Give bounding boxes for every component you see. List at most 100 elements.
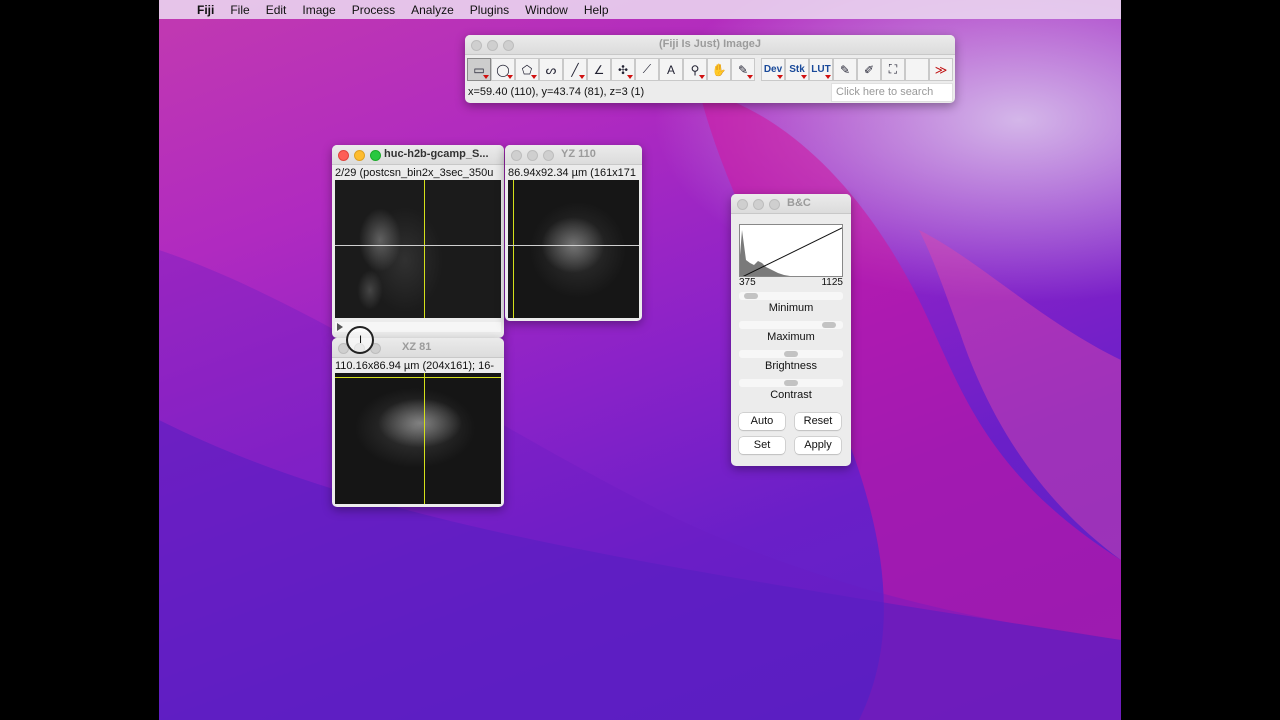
histogram-plot (740, 227, 842, 276)
empty-tool-slot[interactable] (905, 58, 929, 81)
text-tool-icon[interactable]: A (659, 58, 683, 81)
brush-tool-icon[interactable]: ✐ (857, 58, 881, 81)
imagej-toolbar-window: (Fiji Is Just) ImageJ ▭ ◯ ⬠ ᔕ ╱ ∠ ✣ ⟋ A ⚲ ✋ ✎ Dev Stk… (465, 35, 955, 103)
zoom-button[interactable] (543, 150, 554, 161)
menu-analyze[interactable]: Analyze (403, 3, 462, 17)
apply-button[interactable]: Apply (795, 437, 841, 454)
menu-image[interactable]: Image (294, 3, 343, 17)
brush-tool-icon-glyph: ✐ (863, 62, 875, 77)
more-tools-button-glyph: ≫ (934, 62, 948, 77)
menu-app-fiji[interactable]: Fiji (189, 3, 222, 17)
polygon-tool-icon[interactable]: ⬠ (515, 58, 539, 81)
xy-image-canvas[interactable] (335, 180, 501, 318)
crosshair-vertical (424, 373, 425, 504)
crosshair-horizontal (335, 245, 501, 246)
hand-tool-icon[interactable]: ✋ (707, 58, 731, 81)
set-button[interactable]: Set (739, 437, 785, 454)
color-picker-tool-icon[interactable]: ✎ (731, 58, 755, 81)
brightness-slider[interactable] (739, 350, 843, 358)
xz-image-canvas[interactable] (335, 373, 501, 504)
text-cursor-icon: I (359, 334, 363, 346)
bc-title-bar[interactable]: B&C (731, 194, 851, 214)
minimum-slider-knob[interactable] (744, 293, 758, 299)
window-title: XZ 81 (402, 341, 432, 353)
angle-tool-icon[interactable]: ∠ (587, 58, 611, 81)
lut-menu-button-glyph: LUT (811, 64, 831, 75)
status-line: x=59.40 (110), y=43.74 (81), z=3 (1) (468, 86, 645, 98)
dropdown-indicator-icon (777, 75, 783, 79)
crosshair-horizontal (335, 377, 501, 378)
minimum-slider[interactable] (739, 292, 843, 300)
flood-fill-tool-icon[interactable]: ⛶ (881, 58, 905, 81)
desktop-wallpaper (159, 0, 1121, 720)
main-image-title-bar[interactable]: huc-h2b-gcamp_S... (332, 145, 504, 165)
wallpaper-waves (159, 90, 1121, 720)
rectangle-tool-icon[interactable]: ▭ (467, 58, 491, 81)
menu-help[interactable]: Help (576, 3, 617, 17)
imagej-title-bar[interactable]: (Fiji Is Just) ImageJ (465, 35, 955, 55)
hand-tool-icon-glyph: ✋ (711, 62, 727, 77)
menu-plugins[interactable]: Plugins (462, 3, 517, 17)
contrast-label: Contrast (770, 389, 812, 401)
histogram-min-value: 375 (739, 277, 756, 288)
mouse-cursor-indicator: I (346, 326, 374, 354)
text-tool-icon-glyph: A (666, 62, 675, 77)
flood-fill-tool-icon-glyph: ⛶ (888, 62, 898, 76)
wand-tool-icon-glyph: ⟋ (642, 62, 652, 76)
crosshair-vertical (424, 180, 425, 318)
maximum-slider-knob[interactable] (822, 322, 836, 328)
stk-menu-button[interactable]: Stk (785, 58, 809, 81)
minimum-label: Minimum (768, 302, 814, 314)
image-info: 2/29 (postcsn_bin2x_3sec_350u (335, 167, 494, 179)
close-button[interactable] (338, 150, 349, 161)
yz-title-bar[interactable]: YZ 110 (505, 145, 642, 165)
dropdown-indicator-icon (825, 75, 831, 79)
tool-row: ▭ ◯ ⬠ ᔕ ╱ ∠ ✣ ⟋ A ⚲ ✋ ✎ Dev Stk LUT ✎ ✐ ⛶ ≫ (467, 58, 953, 81)
point-tool-icon[interactable]: ✣ (611, 58, 635, 81)
freehand-tool-icon[interactable]: ᔕ (539, 58, 563, 81)
freehand-tool-icon-glyph: ᔕ (545, 62, 557, 77)
menu-edit[interactable]: Edit (258, 3, 295, 17)
window-title: YZ 110 (561, 148, 596, 160)
contrast-slider-knob[interactable] (784, 380, 798, 386)
maximum-slider[interactable] (739, 321, 843, 329)
auto-button[interactable]: Auto (739, 413, 785, 430)
crosshair-vertical (513, 180, 514, 318)
zoom-button[interactable] (769, 199, 780, 210)
lut-menu-button[interactable]: LUT (809, 58, 833, 81)
zoom-button[interactable] (370, 150, 381, 161)
menu-file[interactable]: File (222, 3, 257, 17)
pencil-tool-icon[interactable]: ✎ (833, 58, 857, 81)
minimize-button[interactable] (354, 150, 365, 161)
window-title: B&C (787, 197, 811, 209)
magnifier-tool-icon[interactable]: ⚲ (683, 58, 707, 81)
minimize-button[interactable] (527, 150, 538, 161)
minimize-button[interactable] (753, 199, 764, 210)
stk-menu-button-glyph: Stk (789, 64, 805, 75)
pencil-tool-icon-glyph: ✎ (839, 62, 851, 77)
dropdown-indicator-icon (531, 75, 537, 79)
dropdown-indicator-icon (507, 75, 513, 79)
line-tool-icon[interactable]: ╱ (563, 58, 587, 81)
play-icon[interactable] (337, 323, 343, 331)
search-field[interactable]: Click here to search (831, 83, 953, 102)
reset-button[interactable]: Reset (795, 413, 841, 430)
menu-window[interactable]: Window (517, 3, 576, 17)
dropdown-indicator-icon (627, 75, 633, 79)
dropdown-indicator-icon (483, 75, 489, 79)
brightness-slider-knob[interactable] (784, 351, 798, 357)
contrast-slider[interactable] (739, 379, 843, 387)
close-button[interactable] (511, 150, 522, 161)
wand-tool-icon[interactable]: ⟋ (635, 58, 659, 81)
window-title: huc-h2b-gcamp_S... (384, 148, 489, 160)
dropdown-indicator-icon (699, 75, 705, 79)
oval-tool-icon[interactable]: ◯ (491, 58, 515, 81)
histogram (739, 224, 843, 277)
dev-menu-button[interactable]: Dev (761, 58, 785, 81)
more-tools-button[interactable]: ≫ (929, 58, 953, 81)
yz-image-canvas[interactable] (508, 180, 639, 318)
menu-process[interactable]: Process (344, 3, 403, 17)
dropdown-indicator-icon (579, 75, 585, 79)
close-button[interactable] (737, 199, 748, 210)
window-title: (Fiji Is Just) ImageJ (658, 38, 762, 50)
